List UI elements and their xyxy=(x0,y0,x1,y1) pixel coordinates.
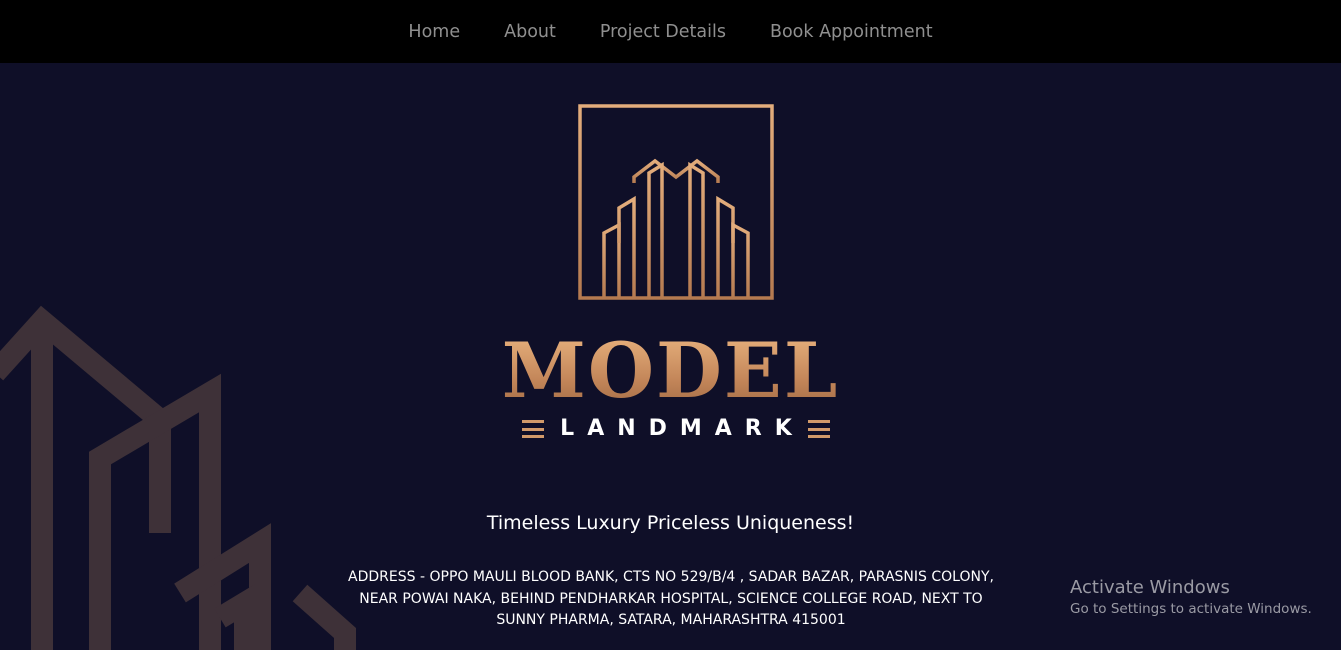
nav-home-link[interactable]: Home xyxy=(408,22,460,42)
address-line: NEAR POWAI NAKA, BEHIND PENDHARKAR HOSPI… xyxy=(359,590,983,607)
brand-subtitle-row: LANDMARK xyxy=(522,416,830,442)
nav-about-link[interactable]: About xyxy=(504,22,556,42)
hero-section: MODEL LANDMARK Timeless Luxury Priceless… xyxy=(0,63,1341,650)
nav-book-appointment-link[interactable]: Book Appointment xyxy=(770,22,933,42)
right-bars-decoration xyxy=(807,420,830,438)
nav-project-details-link[interactable]: Project Details xyxy=(600,22,726,42)
brand-name: MODEL xyxy=(0,333,1341,409)
left-bars-decoration xyxy=(522,420,544,438)
building-logo-icon xyxy=(578,104,774,300)
address-line: ADDRESS - OPPO MAULI BLOOD BANK, CTS NO … xyxy=(348,569,994,585)
address-line: SUNNY PHARMA, SATARA, MAHARASHTRA 415001 xyxy=(496,612,846,628)
top-navigation: Home About Project Details Book Appointm… xyxy=(0,0,1341,63)
activate-windows-watermark: Activate Windows Go to Settings to activ… xyxy=(1070,577,1312,619)
tagline: Timeless Luxury Priceless Uniqueness! xyxy=(486,512,855,534)
watermark-subtitle: Go to Settings to activate Windows. xyxy=(1070,601,1312,617)
watermark-title: Activate Windows xyxy=(1070,577,1230,598)
address-block: ADDRESS - OPPO MAULI BLOOD BANK, CTS NO … xyxy=(321,567,1021,632)
brand-subtitle: LANDMARK xyxy=(560,416,805,441)
